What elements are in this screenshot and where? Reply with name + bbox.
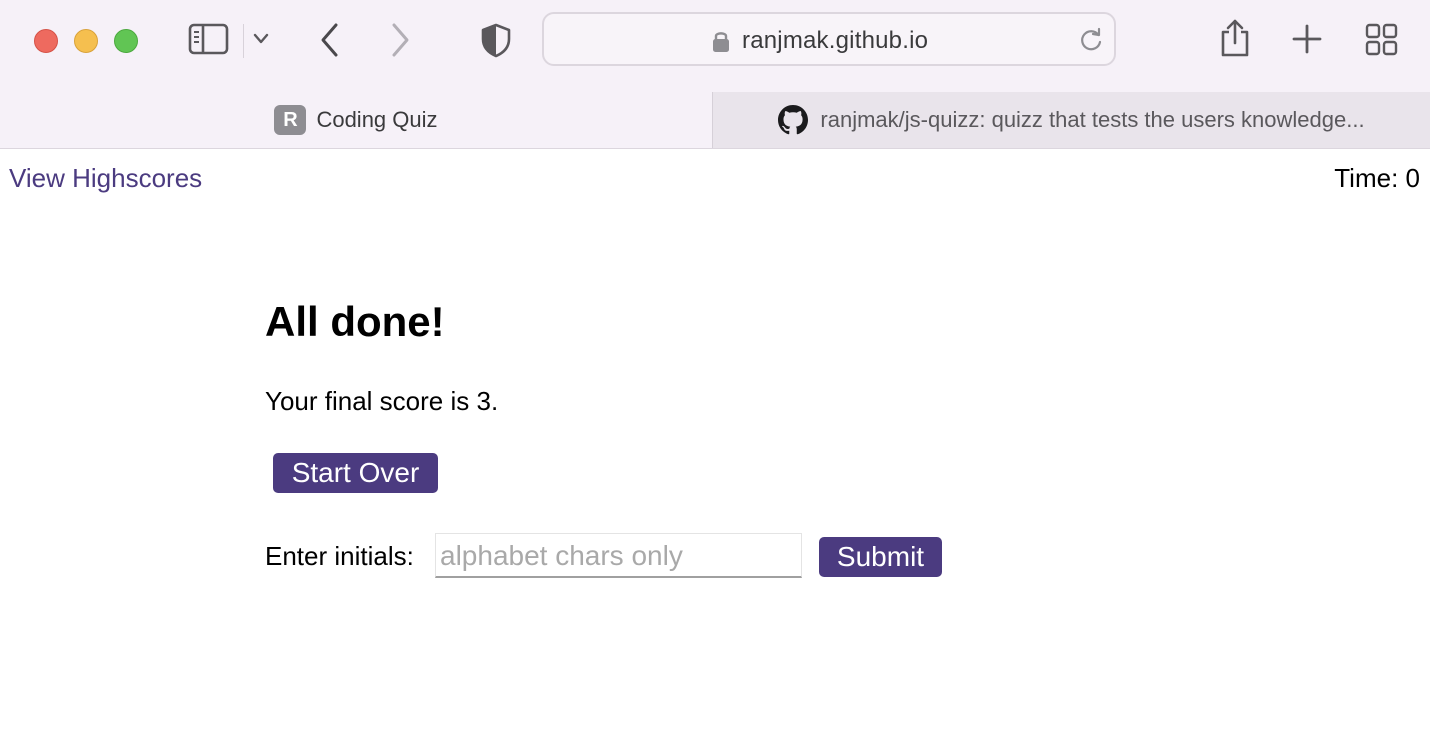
- page-title: All done!: [265, 298, 445, 345]
- shield-icon[interactable]: [480, 22, 512, 58]
- tab-github-repo[interactable]: ranjmak/js-quizz: quizz that tests the u…: [712, 92, 1430, 148]
- tab-coding-quiz[interactable]: R Coding Quiz: [0, 92, 712, 148]
- chevron-down-icon[interactable]: [252, 32, 270, 46]
- tab-title: Coding Quiz: [316, 107, 438, 132]
- sidebar-icon[interactable]: [188, 22, 230, 56]
- address-bar[interactable]: ranjmak.github.io: [542, 12, 1116, 66]
- share-icon[interactable]: [1218, 18, 1252, 58]
- view-highscores-link[interactable]: View Highscores: [9, 163, 202, 194]
- plus-icon[interactable]: [1292, 24, 1322, 54]
- final-score-text: Your final score is 3.: [265, 386, 499, 416]
- minimize-window-button[interactable]: [74, 29, 98, 53]
- reload-icon[interactable]: [1078, 27, 1104, 58]
- start-over-button[interactable]: Start Over: [273, 453, 438, 493]
- timer: Time: 0: [1334, 163, 1420, 194]
- forward-icon[interactable]: [388, 22, 412, 58]
- url-text: ranjmak.github.io: [742, 27, 929, 54]
- lock-icon: [712, 29, 730, 58]
- github-icon: [778, 105, 809, 135]
- browser-toolbar: ranjmak.github.io: [0, 0, 1430, 92]
- zoom-window-button[interactable]: [114, 29, 138, 53]
- grid-icon[interactable]: [1364, 22, 1400, 58]
- submit-button[interactable]: Submit: [819, 537, 942, 577]
- timer-value: 0: [1405, 163, 1420, 193]
- tab-favicon: R: [274, 105, 307, 135]
- timer-label: Time:: [1334, 163, 1406, 193]
- initials-input[interactable]: [435, 533, 802, 578]
- tab-title: ranjmak/js-quizz: quizz that tests the u…: [820, 107, 1365, 132]
- close-window-button[interactable]: [34, 29, 58, 53]
- initials-label: Enter initials:: [265, 541, 414, 571]
- toolbar-divider: [243, 24, 244, 58]
- back-icon[interactable]: [318, 22, 342, 58]
